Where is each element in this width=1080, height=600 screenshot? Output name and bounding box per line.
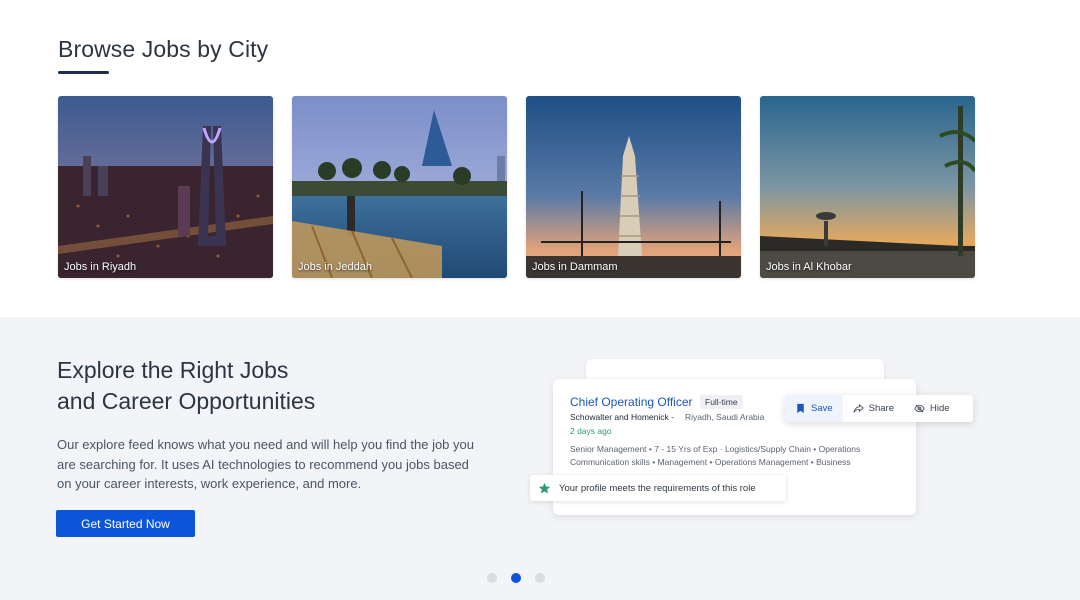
dammam-tower-image bbox=[526, 96, 741, 278]
job-tags: Senior Management • 7 - 15 Yrs of Exp · … bbox=[570, 443, 900, 468]
hide-button[interactable]: Hide bbox=[904, 395, 960, 422]
star-icon bbox=[538, 482, 551, 493]
city-label: Jobs in Riyadh bbox=[64, 261, 137, 273]
explore-description: Our explore feed knows what you need and… bbox=[57, 437, 474, 491]
riyadh-skyline-image bbox=[58, 96, 273, 278]
eye-off-icon bbox=[914, 404, 925, 413]
hide-label: Hide bbox=[930, 403, 950, 414]
job-type-badge: Full-time bbox=[700, 395, 743, 409]
explore-title: Explore the Right Jobs and Career Opport… bbox=[57, 355, 477, 417]
carousel-dots bbox=[487, 573, 545, 583]
jeddah-waterfront-image bbox=[292, 96, 507, 278]
section-title: Browse Jobs by City bbox=[58, 36, 269, 62]
al-khobar-corniche-image bbox=[760, 96, 975, 278]
city-label: Jobs in Jeddah bbox=[298, 261, 372, 273]
city-card-al-khobar[interactable]: Jobs in Al Khobar bbox=[760, 96, 975, 278]
job-tags-line-1: Senior Management • 7 - 15 Yrs of Exp · … bbox=[570, 444, 861, 454]
bookmark-icon bbox=[797, 403, 804, 414]
job-title[interactable]: Chief Operating Officer bbox=[570, 395, 693, 409]
carousel-dot-2[interactable] bbox=[511, 573, 521, 583]
city-card-jeddah[interactable]: Jobs in Jeddah bbox=[292, 96, 507, 278]
save-button[interactable]: Save bbox=[785, 395, 843, 422]
job-tags-line-2: Communication skills • Management • Oper… bbox=[570, 456, 851, 467]
carousel-dot-1[interactable] bbox=[487, 573, 497, 583]
save-label: Save bbox=[811, 403, 833, 414]
job-company: Schowalter and Homenick - bbox=[570, 412, 674, 422]
profile-match-badge: Your profile meets the requirements of t… bbox=[530, 475, 786, 501]
city-card-riyadh[interactable]: Jobs in Riyadh bbox=[58, 96, 273, 278]
title-underline bbox=[58, 71, 109, 74]
share-button[interactable]: Share bbox=[843, 395, 904, 422]
city-label: Jobs in Al Khobar bbox=[766, 261, 852, 273]
explore-section: Explore the Right Jobs and Career Opport… bbox=[0, 317, 1080, 600]
profile-match-text: Your profile meets the requirements of t… bbox=[559, 482, 756, 494]
explore-title-line-1: Explore the Right Jobs bbox=[57, 357, 289, 383]
city-card-dammam[interactable]: Jobs in Dammam bbox=[526, 96, 741, 278]
share-label: Share bbox=[868, 403, 895, 414]
job-action-bar: Save Share Hide bbox=[785, 395, 973, 422]
carousel-dot-3[interactable] bbox=[535, 573, 545, 583]
job-posted-date: 2 days ago bbox=[570, 426, 612, 436]
browse-jobs-by-city-section: Browse Jobs by City Jobs in Riyadh Jobs … bbox=[0, 0, 1080, 317]
get-started-button[interactable]: Get Started Now bbox=[56, 510, 195, 537]
job-location: Riyadh, Saudi Arabia bbox=[685, 412, 765, 422]
share-icon bbox=[853, 403, 864, 413]
explore-title-line-2: and Career Opportunities bbox=[57, 388, 316, 414]
city-label: Jobs in Dammam bbox=[532, 261, 618, 273]
